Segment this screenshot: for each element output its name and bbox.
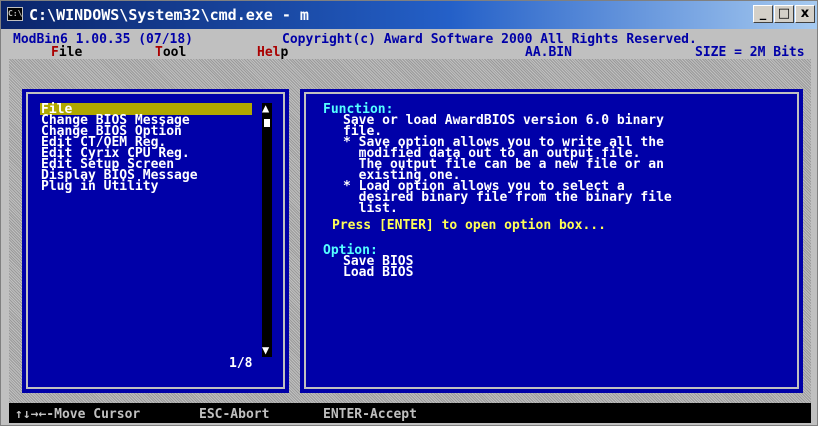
menu-bar: File Tool Help AA.BIN SIZE = 2M Bits [9,46,811,59]
bin-size: SIZE = 2M Bits [695,45,805,60]
list-item-plug-in-utility[interactable]: Plug in Utility [41,180,158,193]
maximize-button[interactable]: □ [774,5,794,23]
header-bar: ModBin6 1.00.35 (07/18) Copyright(c) Awa… [9,33,811,46]
scroll-down-arrow[interactable]: ▼ [262,344,269,356]
bin-filename: AA.BIN [525,45,572,60]
load-bullet-line-3: list. [343,201,398,216]
move-cursor-hint: ↑↓→←-Move Cursor [15,407,141,422]
copyright-text: Copyright(c) Award Software 2000 All Rig… [282,33,697,47]
scroll-thumb[interactable] [262,117,272,129]
option-load-bios[interactable]: Load BIOS [343,266,413,279]
menu-tool[interactable]: Tool [155,46,186,59]
console-area[interactable]: ModBin6 1.00.35 (07/18) Copyright(c) Awa… [9,33,811,423]
list-scrollbar[interactable] [262,103,272,357]
list-position: 1/8 [228,356,254,371]
scroll-up-arrow[interactable]: ▲ [262,102,269,114]
menu-help[interactable]: Help [257,46,288,59]
close-button[interactable]: x [795,5,815,23]
window-title: C:\WINDOWS\System32\cmd.exe - m [29,6,309,24]
cmd-icon[interactable]: C:\ [7,7,23,21]
enter-prompt: Press [ENTER] to open option box... [332,218,606,233]
minimize-button[interactable]: _ [753,5,773,23]
title-bar[interactable]: C:\ C:\WINDOWS\System32\cmd.exe - m _ □ … [1,1,817,29]
app-version: ModBin6 1.00.35 (07/18) [13,33,194,47]
esc-abort-hint: ESC-Abort [199,407,270,422]
enter-accept-hint: ENTER-Accept [323,407,417,422]
function-line-1: Save or load AwardBIOS version 6.0 binar… [343,113,664,128]
key-help-bar: ↑↓→←-Move Cursor ESC-Abort ENTER-Accept [9,405,811,423]
menu-file[interactable]: File [51,46,82,59]
console-window: C:\ C:\WINDOWS\System32\cmd.exe - m _ □ … [0,0,818,426]
